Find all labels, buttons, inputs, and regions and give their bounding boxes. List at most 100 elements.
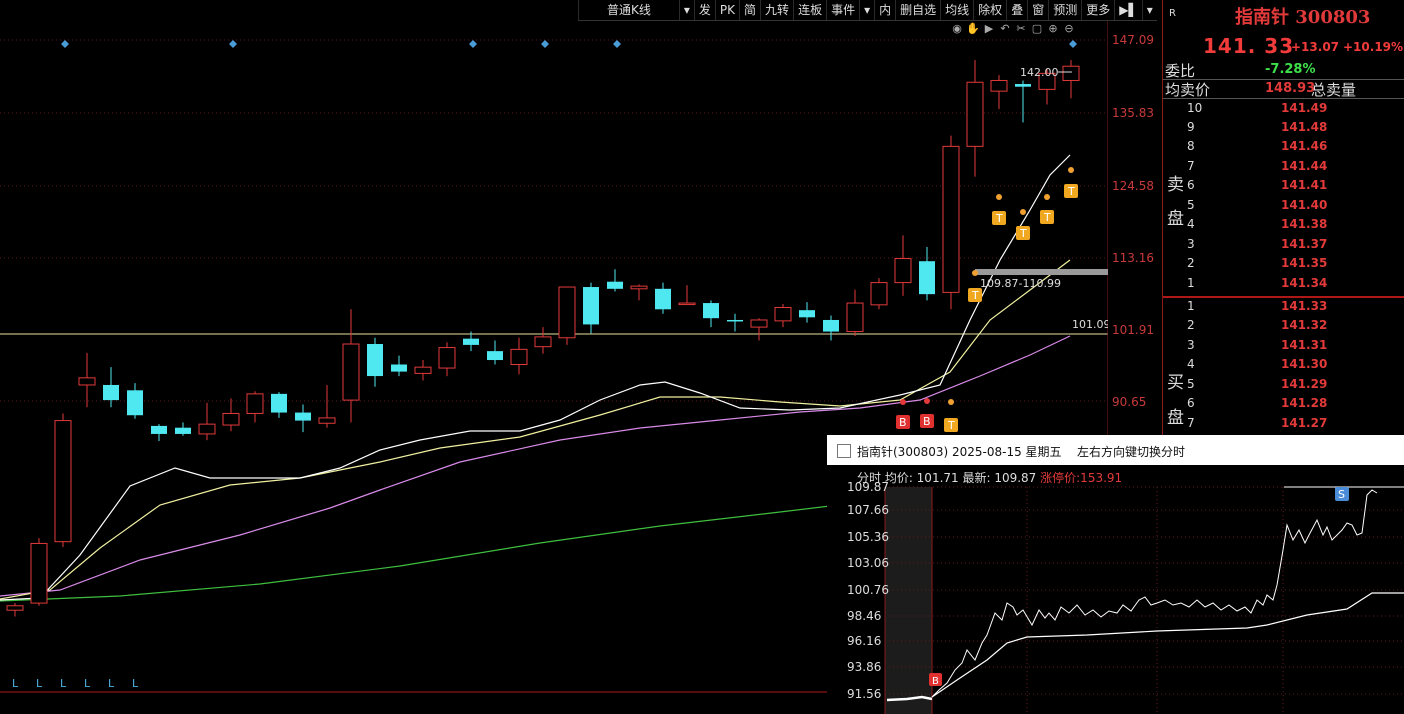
- zoom-out-icon[interactable]: ⊖: [1062, 22, 1076, 36]
- intraday-tick: 107.66: [847, 503, 889, 517]
- price-tick: 113.16: [1112, 251, 1154, 265]
- svg-text:L: L: [60, 677, 67, 690]
- svg-text:T: T: [1019, 227, 1027, 240]
- hand-icon[interactable]: ✋: [966, 22, 980, 36]
- sell-level-row[interactable]: 9 141.48: [1163, 120, 1404, 139]
- candle-body: [175, 427, 191, 434]
- avg-sell-row: 均卖价 148.93 总卖量: [1163, 79, 1404, 99]
- candle-body: [823, 319, 839, 332]
- svg-text:T: T: [971, 289, 979, 302]
- popup-hint: 左右方向键切换分时: [1077, 445, 1186, 459]
- svg-text:S: S: [1338, 488, 1345, 501]
- event-diamond: [613, 40, 621, 48]
- undo-icon[interactable]: ↶: [998, 22, 1012, 36]
- sell-level-row[interactable]: 2 141.35: [1163, 256, 1404, 275]
- candle-body: [6, 605, 24, 611]
- chart-toolbar: 普通K线 ▾ 发 PK 简 九转 连板 事件 ▾ 内 删自选 均线 除权 叠 窗…: [578, 0, 1157, 21]
- buy-level-row[interactable]: 7 141.27: [1163, 416, 1404, 435]
- price-line: [931, 489, 1378, 698]
- toolbar-nei-button[interactable]: 内: [874, 0, 895, 20]
- quote-panel: R 指南针 300803 141. 33 +13.07 +10.19% 委比 -…: [1162, 0, 1404, 440]
- toolbar-jiuzhuan-button[interactable]: 九转: [760, 0, 793, 20]
- sell-level-row[interactable]: 8 141.46: [1163, 139, 1404, 158]
- candle-body: [487, 351, 503, 361]
- candle-body: [271, 393, 287, 413]
- candle-body: [799, 310, 815, 318]
- candle-body: [318, 417, 336, 424]
- candle-body: [151, 425, 167, 434]
- intraday-popup[interactable]: 指南针(300803) 2025-08-15 星期五 左右方向键切换分时 分时 …: [827, 435, 1404, 714]
- avg-price-line: [931, 592, 1404, 698]
- event-diamond: [229, 40, 237, 48]
- buy-marker: B: [896, 415, 910, 429]
- buy-level-row[interactable]: 3 141.31: [1163, 338, 1404, 357]
- event-diamond: [1069, 40, 1077, 48]
- sell-level-row[interactable]: 1 141.34: [1163, 276, 1404, 295]
- event-diamond: [541, 40, 549, 48]
- toolbar-events-button[interactable]: 事件: [826, 0, 859, 20]
- toolbar-exright-button[interactable]: 除权: [973, 0, 1006, 20]
- candle-body: [127, 390, 143, 416]
- candle-body: [655, 288, 671, 310]
- intraday-tick: 96.16: [847, 634, 882, 648]
- toolbar-fa-button[interactable]: 发: [693, 0, 715, 20]
- play-icon[interactable]: ▶: [982, 22, 996, 36]
- candle-body: [894, 258, 912, 284]
- svg-text:T: T: [1067, 185, 1075, 198]
- toolbar-overlay-button[interactable]: 叠: [1006, 0, 1027, 20]
- avg-sell-value: 148.93: [1265, 81, 1316, 96]
- toolbar-lianban-button[interactable]: 连板: [793, 0, 826, 20]
- toolbar-remove-watchlist-button[interactable]: 删自选: [895, 0, 940, 20]
- sell-level-row[interactable]: 3 141.37: [1163, 237, 1404, 256]
- buy-level-row[interactable]: 2 141.32: [1163, 318, 1404, 337]
- t-marker: T: [1016, 226, 1030, 240]
- t-marker: T: [1040, 210, 1054, 224]
- t-marker: T: [944, 418, 958, 432]
- toolbar-pk-button[interactable]: PK: [714, 0, 739, 20]
- candle-body: [54, 420, 72, 543]
- candle-body: [103, 384, 119, 401]
- sell-level-row[interactable]: 7 141.44: [1163, 159, 1404, 178]
- price-tick: 135.83: [1112, 106, 1154, 120]
- events-dropdown-icon[interactable]: ▾: [859, 0, 874, 20]
- candle-body: [534, 336, 552, 348]
- buy-level-row[interactable]: 5 141.29: [1163, 377, 1404, 396]
- r-label: R: [1169, 8, 1176, 19]
- weibi-row: 委比 -7.28%: [1163, 60, 1404, 80]
- candle-body: [942, 145, 960, 293]
- eye-icon[interactable]: ◉: [950, 22, 964, 36]
- buy-signal-marker: B: [929, 673, 942, 687]
- event-diamond: [61, 40, 69, 48]
- toolbar-forecast-button[interactable]: 预测: [1048, 0, 1081, 20]
- zoom-in-icon[interactable]: ⊕: [1046, 22, 1060, 36]
- limit-up-price: 涨停价:153.91: [1040, 471, 1123, 485]
- popup-header[interactable]: 指南针(300803) 2025-08-15 星期五 左右方向键切换分时: [827, 435, 1404, 465]
- event-diamond: [469, 40, 477, 48]
- buy-level-row[interactable]: 6 141.28: [1163, 396, 1404, 415]
- toolbar-ma-button[interactable]: 均线: [940, 0, 973, 20]
- toolbar-window-button[interactable]: 窗: [1027, 0, 1048, 20]
- lock-icon[interactable]: ▢: [1030, 22, 1044, 36]
- price-tick: 90.65: [1112, 395, 1147, 409]
- sell-level-row[interactable]: 6 141.41: [1163, 178, 1404, 197]
- level-label: 101.09: [1072, 318, 1108, 331]
- weibi-label: 委比: [1165, 62, 1196, 80]
- intraday-tick: 98.46: [847, 609, 882, 623]
- preopen-line: [886, 695, 933, 702]
- candle-body: [414, 366, 432, 374]
- grid: [0, 39, 1108, 402]
- scissors-icon[interactable]: ✂: [1014, 22, 1028, 36]
- sell-level-row[interactable]: 10 141.49: [1163, 101, 1404, 120]
- kline-type-dropdown-icon[interactable]: ▾: [678, 0, 694, 20]
- toolbar-jian-button[interactable]: 简: [739, 0, 760, 20]
- buy-level-row[interactable]: 1 141.33: [1163, 299, 1404, 318]
- sell-level-row[interactable]: 4 141.38: [1163, 217, 1404, 236]
- popup-title: 指南针(300803) 2025-08-15 星期五: [857, 445, 1062, 459]
- preopen-shade: [885, 487, 932, 714]
- kline-type-select[interactable]: 普通K线: [578, 0, 679, 20]
- buy-level-row[interactable]: 4 141.30: [1163, 357, 1404, 376]
- sell-level-row[interactable]: 5 141.40: [1163, 198, 1404, 217]
- intraday-tick: 93.86: [847, 660, 882, 674]
- svg-text:L: L: [12, 677, 19, 690]
- sell-signal-marker: S: [1335, 487, 1349, 501]
